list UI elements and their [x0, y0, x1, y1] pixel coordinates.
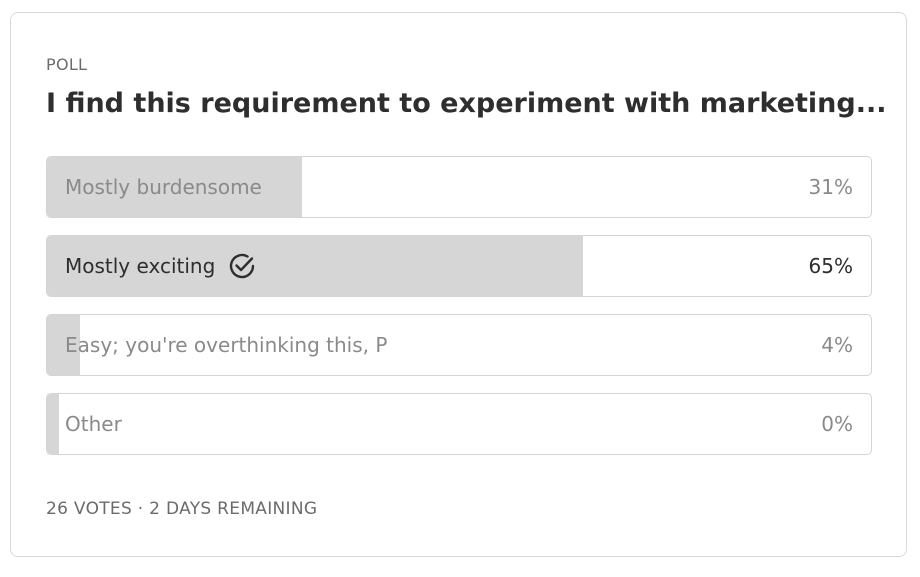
poll-card: POLL I find this requirement to experime…: [10, 12, 907, 557]
poll-option-mostly-exciting[interactable]: Mostly exciting 65%: [46, 235, 872, 297]
poll-option-label-wrap: Mostly burdensome: [65, 157, 262, 217]
check-circle-icon: [230, 253, 255, 279]
poll-option-percent: 65%: [808, 254, 853, 278]
poll-option-percent: 0%: [821, 412, 853, 436]
poll-option-label: Other: [65, 412, 122, 436]
poll-option-mostly-burdensome[interactable]: Mostly burdensome 31%: [46, 156, 872, 218]
poll-option-percent: 31%: [808, 175, 853, 199]
poll-option-easy[interactable]: Easy; you're overthinking this, P 4%: [46, 314, 872, 376]
poll-option-label-wrap: Mostly exciting: [65, 236, 257, 296]
poll-option-label-wrap: Other: [65, 394, 122, 454]
poll-options: Mostly burdensome 31% Mostly exciting 65…: [46, 156, 872, 472]
poll-question: I find this requirement to experiment wi…: [46, 88, 887, 119]
poll-option-label: Mostly burdensome: [65, 175, 262, 199]
poll-option-label: Easy; you're overthinking this, P: [65, 333, 388, 357]
poll-footer: 26 VOTES · 2 DAYS REMAINING: [46, 499, 318, 519]
poll-eyebrow: POLL: [46, 55, 88, 74]
poll-option-label-wrap: Easy; you're overthinking this, P: [65, 315, 387, 375]
poll-option-label: Mostly exciting: [65, 254, 216, 278]
poll-option-other[interactable]: Other 0%: [46, 393, 872, 455]
poll-option-percent: 4%: [821, 333, 853, 357]
poll-option-bar: [47, 394, 59, 454]
